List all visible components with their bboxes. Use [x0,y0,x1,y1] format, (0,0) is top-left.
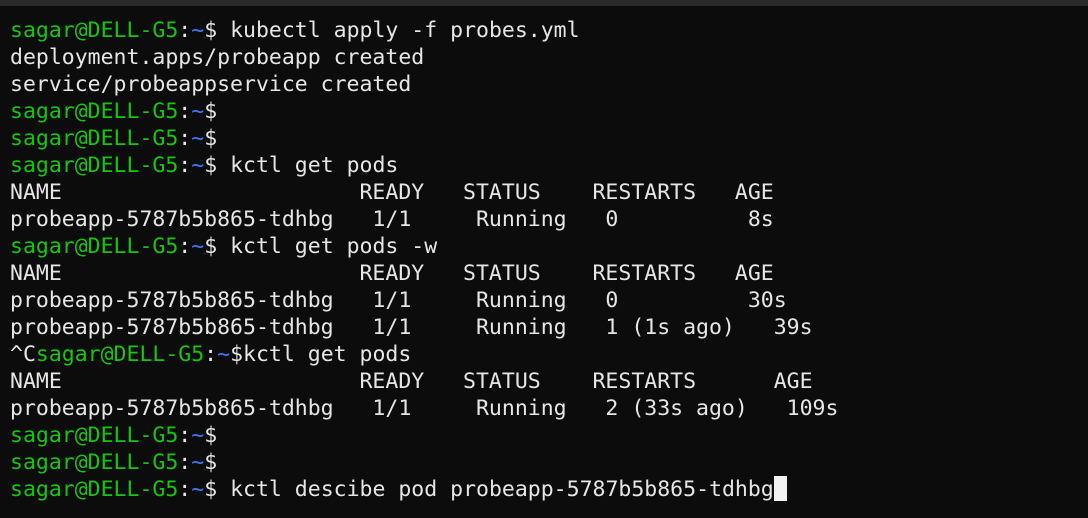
prompt-symbol: $ [204,153,218,178]
prompt-symbol: $ [204,99,218,124]
output-text: NAME READY STATUS RESTARTS AGE [10,261,774,286]
prompt-line: sagar@DELL-G5:~$ [10,125,1080,152]
prompt-separator: : [178,234,192,259]
prompt-path: ~ [191,234,205,259]
prompt-line: sagar@DELL-G5:~$ kctl get pods -w [10,233,1080,260]
prompt-path: ~ [191,423,205,448]
prompt-symbol: $ [204,126,218,151]
prompt-user: sagar@DELL-G5 [10,126,179,151]
prompt-path: ~ [191,450,205,475]
prompt-symbol: $ [204,18,218,43]
prompt-line: sagar@DELL-G5:~$ kctl get pods [10,152,1080,179]
prompt-line: sagar@DELL-G5:~$ [10,98,1080,125]
prompt-line: sagar@DELL-G5:~$ [10,422,1080,449]
output-line: NAME READY STATUS RESTARTS AGE [10,368,1080,395]
prompt-user: sagar@DELL-G5 [10,234,179,259]
prompt-line: sagar@DELL-G5:~$ [10,449,1080,476]
terminal-output[interactable]: sagar@DELL-G5:~$ kubectl apply -f probes… [10,17,1080,503]
prompt-user: sagar@DELL-G5 [10,99,179,124]
prompt-symbol: $ [204,423,218,448]
prompt-line: sagar@DELL-G5:~$ kctl descibe pod probea… [10,476,1080,503]
output-line: probeapp-5787b5b865-tdhbg 1/1 Running 2 … [10,395,1080,422]
output-text: NAME READY STATUS RESTARTS AGE [10,369,813,394]
output-line: probeapp-5787b5b865-tdhbg 1/1 Running 1 … [10,314,1080,341]
prompt-path: ~ [191,153,205,178]
output-line: probeapp-5787b5b865-tdhbg 1/1 Running 0 … [10,206,1080,233]
prompt-line: ^Csagar@DELL-G5:~$kctl get pods [10,341,1080,368]
output-text: NAME READY STATUS RESTARTS AGE [10,180,774,205]
output-text: probeapp-5787b5b865-tdhbg 1/1 Running 0 … [10,288,787,313]
output-line: service/probeappservice created [10,71,1080,98]
prompt-user: sagar@DELL-G5 [10,153,179,178]
prompt-path: ~ [191,477,205,502]
output-line: NAME READY STATUS RESTARTS AGE [10,179,1080,206]
prompt-separator: : [178,18,192,43]
prompt-separator: : [178,423,192,448]
prompt-user: sagar@DELL-G5 [10,450,179,475]
text-cursor [773,476,787,501]
prompt-path: ~ [191,99,205,124]
output-line: NAME READY STATUS RESTARTS AGE [10,260,1080,287]
prompt-separator: : [178,99,192,124]
prompt-separator: : [178,153,192,178]
prompt-separator: : [178,450,192,475]
command-text: kctl get pods -w [217,234,438,259]
output-text: deployment.apps/probeapp created [10,45,425,70]
command-text: kctl descibe pod probeapp-5787b5b865-tdh… [217,477,774,502]
output-text: probeapp-5787b5b865-tdhbg 1/1 Running 2 … [10,396,839,421]
output-line: probeapp-5787b5b865-tdhbg 1/1 Running 0 … [10,287,1080,314]
output-line: deployment.apps/probeapp created [10,44,1080,71]
prompt-separator: : [178,477,192,502]
command-text: kctl get pods [243,342,412,367]
window-top-edge [0,0,1088,6]
prompt-path: ~ [217,342,231,367]
output-text: probeapp-5787b5b865-tdhbg 1/1 Running 0 … [10,207,774,232]
prompt-path: ~ [191,126,205,151]
prompt-symbol: $ [204,234,218,259]
prompt-line: sagar@DELL-G5:~$ kubectl apply -f probes… [10,17,1080,44]
output-text: service/probeappservice created [10,72,412,97]
prompt-user: sagar@DELL-G5 [10,423,179,448]
prompt-user: sagar@DELL-G5 [35,342,205,367]
output-text: probeapp-5787b5b865-tdhbg 1/1 Running 1 … [10,315,813,340]
prompt-separator: : [178,126,192,151]
prompt-path: ~ [191,18,205,43]
command-text: kctl get pods [217,153,399,178]
prompt-separator: : [204,342,218,367]
prompt-symbol: $ [230,342,244,367]
prompt-symbol: $ [204,477,218,502]
interrupt-marker: ^C [10,342,36,367]
prompt-user: sagar@DELL-G5 [10,18,179,43]
prompt-user: sagar@DELL-G5 [10,477,179,502]
command-text: kubectl apply -f probes.yml [217,18,580,43]
prompt-symbol: $ [204,450,218,475]
